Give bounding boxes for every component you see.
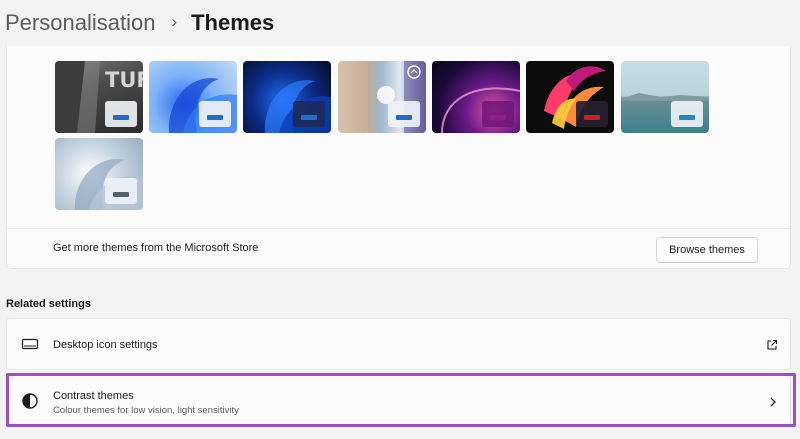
theme-preview-window [105,101,137,127]
theme-accent-bar [490,115,506,120]
open-external-icon[interactable] [766,338,778,356]
contrast-themes-row[interactable]: Contrast themes Colour themes for low vi… [6,375,791,426]
theme-accent-bar [396,115,412,120]
theme-accent-bar [584,115,600,120]
page-title: Themes [191,10,275,35]
theme-preview-window [482,101,514,127]
related-settings-heading: Related settings [6,298,91,310]
desktop-icon-settings-label: Desktop icon settings [53,339,158,351]
theme-tile-windows-dark[interactable] [243,61,331,133]
theme-tile-sunrise[interactable] [621,61,709,133]
contrast-themes-label: Contrast themes [53,390,134,402]
theme-preview-window [576,101,608,127]
chevron-right-icon[interactable] [768,395,778,413]
theme-preview-window [293,101,325,127]
get-more-themes-row: Get more themes from the Microsoft Store… [7,228,790,268]
theme-accent-bar [679,115,695,120]
theme-preview-window [199,101,231,127]
themes-gallery: TUF [6,46,791,269]
theme-tile-glow[interactable] [338,61,426,133]
svg-text:TUF: TUF [105,68,143,92]
theme-accent-bar [113,115,129,120]
monitor-icon [21,337,39,358]
browse-themes-button[interactable]: Browse themes [656,237,758,263]
contrast-icon [21,392,39,415]
theme-preview-window [671,101,703,127]
breadcrumb: Personalisation › Themes [5,8,274,38]
theme-accent-bar [113,192,129,197]
theme-accent-bar [301,115,317,120]
get-more-themes-text: Get more themes from the Microsoft Store [53,242,259,254]
desktop-icon-settings-row[interactable]: Desktop icon settings [6,318,791,370]
theme-tile-captured-motion[interactable] [432,61,520,133]
theme-accent-bar [207,115,223,120]
breadcrumb-separator: › [171,12,178,31]
theme-tile-windows-bloom[interactable] [55,138,143,210]
contrast-themes-subtitle: Colour themes for low vision, light sens… [53,405,239,416]
theme-tile-windows-light[interactable] [149,61,237,133]
theme-preview-window [105,178,137,204]
theme-tile-tuf[interactable]: TUF [55,61,143,133]
theme-preview-window [388,101,420,127]
theme-tile-flow[interactable] [526,61,614,133]
breadcrumb-personalisation[interactable]: Personalisation [5,10,155,36]
